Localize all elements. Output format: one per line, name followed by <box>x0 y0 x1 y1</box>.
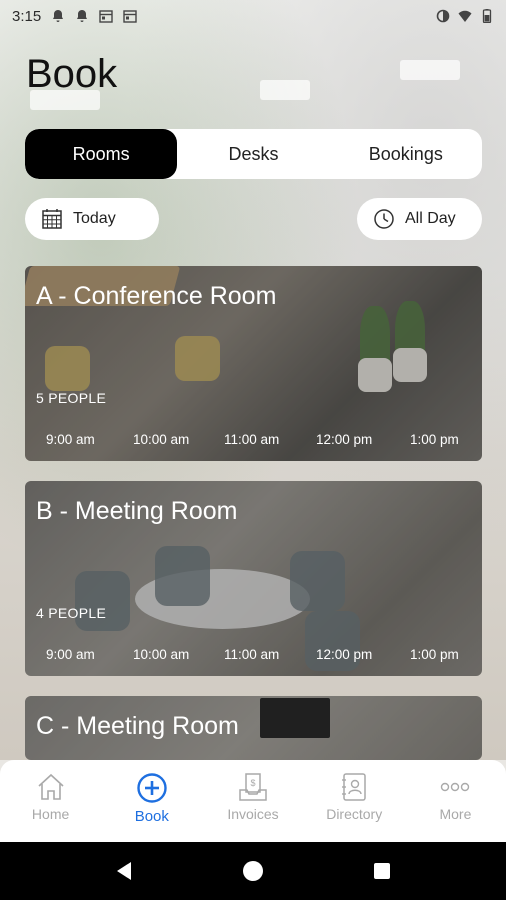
notification-bell-icon <box>77 10 88 22</box>
notification-bell-icon <box>53 10 64 22</box>
time-slot[interactable]: 1:00 pm <box>410 647 459 662</box>
svg-text:$: $ <box>250 778 255 788</box>
plus-circle-icon <box>137 773 167 803</box>
more-dots-icon <box>441 782 470 792</box>
duration-filter-button[interactable]: All Day <box>357 198 482 240</box>
time-slot[interactable]: 10:00 am <box>133 432 189 447</box>
time-slot[interactable]: 10:00 am <box>133 647 189 662</box>
nav-book[interactable]: Book <box>101 760 202 842</box>
room-card[interactable]: C - Meeting Room <box>25 696 482 760</box>
back-icon[interactable] <box>113 860 135 882</box>
room-name: C - Meeting Room <box>36 712 239 740</box>
status-bar: 3:15 <box>0 0 506 32</box>
calendar-grid-icon <box>42 209 62 229</box>
tab-desks[interactable]: Desks <box>177 129 329 179</box>
segment-tabs: Rooms Desks Bookings <box>25 129 482 179</box>
system-nav-bar <box>0 842 506 900</box>
data-saver-icon <box>436 9 450 23</box>
room-name: B - Meeting Room <box>36 497 238 525</box>
tab-bookings[interactable]: Bookings <box>330 129 482 179</box>
room-card[interactable]: B - Meeting Room 4 PEOPLE 9:00 am 10:00 … <box>25 481 482 676</box>
battery-icon <box>482 9 492 23</box>
ceiling-light <box>260 80 310 100</box>
nav-invoices-label: Invoices <box>227 806 279 822</box>
nav-home[interactable]: Home <box>0 760 101 842</box>
time-slot[interactable]: 9:00 am <box>46 647 95 662</box>
time-slot[interactable]: 11:00 am <box>224 432 279 447</box>
time-slot[interactable]: 1:00 pm <box>410 432 459 447</box>
duration-filter-label: All Day <box>405 210 456 227</box>
invoice-tray-icon: $ <box>239 773 267 801</box>
nav-invoices[interactable]: $ Invoices <box>202 760 303 842</box>
date-filter-button[interactable]: Today <box>25 198 159 240</box>
time-slot[interactable]: 12:00 pm <box>316 647 372 662</box>
tab-rooms[interactable]: Rooms <box>25 129 178 179</box>
ceiling-light <box>400 60 460 80</box>
status-time: 3:15 <box>12 7 42 25</box>
clock-icon <box>374 209 394 229</box>
nav-more[interactable]: More <box>405 760 506 842</box>
calendar-icon <box>123 10 137 23</box>
nav-home-label: Home <box>31 806 70 822</box>
time-slot[interactable]: 12:00 pm <box>316 432 372 447</box>
home-icon <box>38 773 64 800</box>
nav-more-label: More <box>439 806 472 822</box>
home-circle-icon[interactable] <box>240 858 266 884</box>
room-capacity: 4 PEOPLE <box>36 605 107 621</box>
room-name: A - Conference Room <box>36 282 277 310</box>
nav-directory[interactable]: Directory <box>304 760 405 842</box>
page-title: Book <box>26 52 118 96</box>
contacts-book-icon <box>342 773 366 801</box>
time-slot[interactable]: 11:00 am <box>224 647 279 662</box>
calendar-icon <box>99 10 113 23</box>
bottom-nav: Home Book $ Invoices Directory More <box>0 760 506 842</box>
recents-square-icon[interactable] <box>371 860 393 882</box>
time-slot[interactable]: 9:00 am <box>46 432 95 447</box>
room-card[interactable]: A - Conference Room 5 PEOPLE 9:00 am 10:… <box>25 266 482 461</box>
room-capacity: 5 PEOPLE <box>36 390 107 406</box>
nav-directory-label: Directory <box>326 806 383 822</box>
date-filter-label: Today <box>73 210 116 227</box>
nav-book-label: Book <box>134 808 169 825</box>
wifi-icon <box>458 10 472 22</box>
